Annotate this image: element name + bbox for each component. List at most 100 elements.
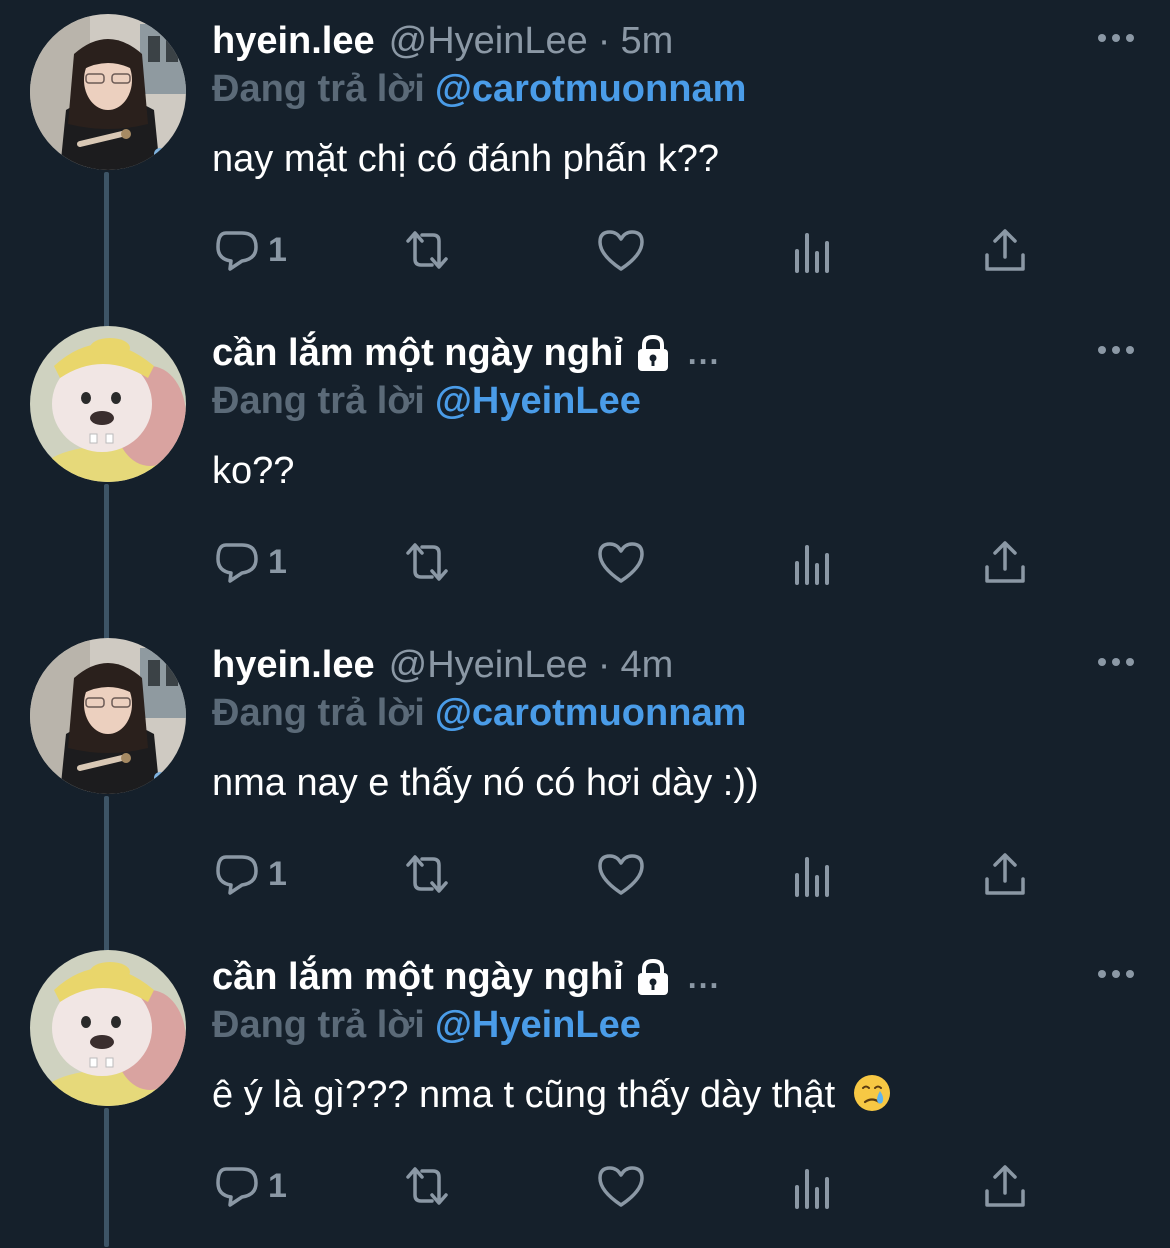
share-button[interactable] — [980, 848, 1030, 900]
retweet-button[interactable] — [402, 224, 452, 276]
share-icon — [985, 1165, 1025, 1207]
more-options-icon[interactable] — [1096, 966, 1136, 982]
view-analytics-button[interactable] — [788, 224, 838, 276]
crying-face-emoji — [853, 1074, 890, 1111]
heart-icon — [598, 542, 644, 583]
conversation-thread: hyein.lee @HyeinLee · 5m Đang trả lời @ca… — [0, 0, 1170, 1247]
girl-photo-avatar — [30, 638, 186, 794]
tweet-actions: 1 — [212, 848, 1042, 900]
analytics-icon — [795, 1169, 829, 1209]
share-button[interactable] — [980, 1160, 1030, 1212]
tweet-item[interactable]: cần lắm một ngày nghỉ ... Đang trả lời @H… — [0, 312, 1170, 624]
more-options-icon[interactable] — [1096, 654, 1136, 670]
avatar[interactable] — [30, 14, 186, 170]
view-analytics-button[interactable] — [788, 1160, 838, 1212]
reply-button[interactable]: 1 — [212, 536, 287, 588]
tweet-item[interactable]: cần lắm một ngày nghỉ ... Đang trả lời @H… — [0, 936, 1170, 1248]
reply-icon — [216, 543, 258, 583]
retweet-icon — [406, 855, 448, 893]
display-name[interactable]: cần lắm một ngày nghỉ — [212, 332, 624, 375]
replying-to-label: Đang trả lời — [212, 692, 425, 734]
display-name[interactable]: hyein.lee — [212, 644, 375, 687]
analytics-icon — [795, 857, 829, 897]
retweet-icon — [406, 231, 448, 269]
more-options-icon[interactable] — [1096, 30, 1136, 46]
like-button[interactable] — [596, 536, 646, 588]
tweet-actions: 1 — [212, 224, 1042, 276]
user-handle[interactable]: @HyeinLee — [389, 644, 588, 687]
share-icon — [985, 541, 1025, 583]
tweet-text: ê ý là gì??? nma t cũng thấy dày thật — [212, 1074, 836, 1116]
name-truncation: ... — [687, 334, 721, 371]
view-analytics-button[interactable] — [788, 536, 838, 588]
reply-mention-link[interactable]: @HyeinLee — [435, 1004, 641, 1046]
replying-to-line: Đang trả lời @carotmuonnam — [212, 68, 746, 111]
replying-to-line: Đang trả lời @HyeinLee — [212, 380, 641, 423]
lock-icon — [637, 958, 668, 995]
reply-icon — [216, 855, 258, 895]
like-button[interactable] — [596, 848, 646, 900]
tweet-text: nma nay e thấy nó có hơi dày :)) — [212, 762, 759, 804]
replying-to-line: Đang trả lời @HyeinLee — [212, 1004, 641, 1047]
retweet-icon — [406, 543, 448, 581]
analytics-icon — [795, 545, 829, 585]
replying-to-label: Đang trả lời — [212, 1004, 425, 1046]
tweet-timestamp[interactable]: 5m — [620, 20, 673, 63]
retweet-icon — [406, 1167, 448, 1205]
separator-dot: · — [597, 643, 611, 686]
heart-icon — [598, 854, 644, 895]
share-button[interactable] — [980, 224, 1030, 276]
avatar[interactable] — [30, 638, 186, 794]
replying-to-label: Đang trả lời — [212, 68, 425, 110]
display-name[interactable]: cần lắm một ngày nghỉ — [212, 956, 624, 999]
tweet-text-container: ê ý là gì??? nma t cũng thấy dày thật — [212, 1074, 892, 1117]
cartoon-doll-avatar — [30, 326, 186, 482]
reply-icon — [216, 231, 258, 271]
share-button[interactable] — [980, 536, 1030, 588]
share-icon — [985, 229, 1025, 271]
display-name[interactable]: hyein.lee — [212, 20, 375, 63]
reply-mention-link[interactable]: @carotmuonnam — [435, 692, 747, 734]
reply-mention-link[interactable]: @carotmuonnam — [435, 68, 747, 110]
name-truncation: ... — [687, 958, 721, 995]
reply-button[interactable]: 1 — [212, 848, 287, 900]
avatar[interactable] — [30, 326, 186, 482]
like-button[interactable] — [596, 1160, 646, 1212]
tweet-text: ko?? — [212, 450, 295, 492]
reply-count: 1 — [268, 230, 287, 269]
tweet-actions: 1 — [212, 536, 1042, 588]
tweet-header: cần lắm một ngày nghỉ ... — [212, 954, 720, 1000]
lock-icon — [637, 334, 668, 371]
heart-icon — [598, 230, 644, 271]
tweet-item[interactable]: hyein.lee @HyeinLee · 5m Đang trả lời @ca… — [0, 0, 1170, 312]
heart-icon — [598, 1166, 644, 1207]
tweet-item[interactable]: hyein.lee @HyeinLee · 4m Đang trả lời @ca… — [0, 624, 1170, 936]
replying-to-line: Đang trả lời @carotmuonnam — [212, 692, 746, 735]
tweet-timestamp[interactable]: 4m — [620, 644, 673, 687]
tweet-text: nay mặt chị có đánh phấn k?? — [212, 138, 720, 180]
cartoon-doll-avatar — [30, 950, 186, 1106]
reply-icon — [216, 1167, 258, 1207]
share-icon — [985, 853, 1025, 895]
tweet-header: hyein.lee @HyeinLee · 4m — [212, 642, 673, 688]
avatar[interactable] — [30, 950, 186, 1106]
reply-mention-link[interactable]: @HyeinLee — [435, 380, 641, 422]
reply-count: 1 — [268, 1166, 287, 1205]
retweet-button[interactable] — [402, 1160, 452, 1212]
tweet-header: cần lắm một ngày nghỉ ... — [212, 330, 720, 376]
tweet-header: hyein.lee @HyeinLee · 5m — [212, 18, 673, 64]
reply-count: 1 — [268, 542, 287, 581]
view-analytics-button[interactable] — [788, 848, 838, 900]
separator-dot: · — [597, 19, 611, 62]
reply-button[interactable]: 1 — [212, 1160, 287, 1212]
retweet-button[interactable] — [402, 536, 452, 588]
tweet-actions: 1 — [212, 1160, 1042, 1212]
more-options-icon[interactable] — [1096, 342, 1136, 358]
analytics-icon — [795, 233, 829, 273]
reply-button[interactable]: 1 — [212, 224, 287, 276]
user-handle[interactable]: @HyeinLee — [389, 20, 588, 63]
reply-count: 1 — [268, 854, 287, 893]
retweet-button[interactable] — [402, 848, 452, 900]
replying-to-label: Đang trả lời — [212, 380, 425, 422]
like-button[interactable] — [596, 224, 646, 276]
